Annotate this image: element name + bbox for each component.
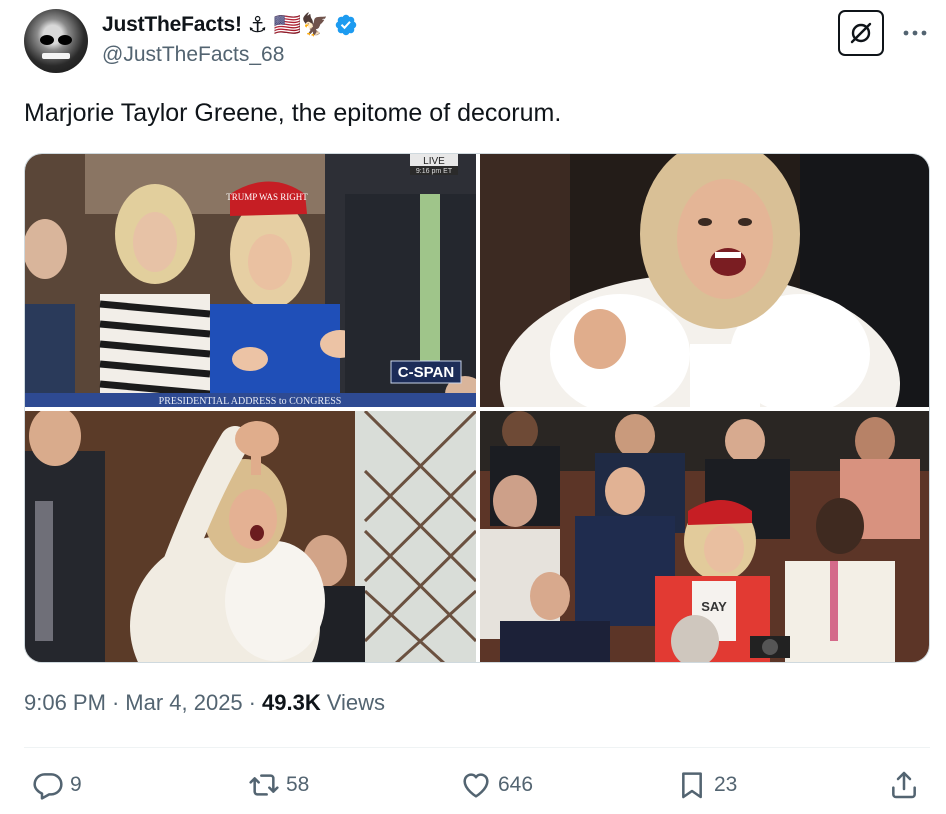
reply-count: 9 bbox=[70, 773, 82, 796]
network-logo: C-SPAN bbox=[398, 364, 454, 381]
tweet-date[interactable]: Mar 4, 2025 bbox=[125, 690, 242, 716]
meta-separator: · bbox=[111, 690, 120, 715]
share-icon bbox=[892, 771, 916, 799]
lower-third: PRESIDENTIAL ADDRESS to CONGRESS bbox=[159, 396, 342, 407]
more-icon bbox=[903, 30, 927, 36]
action-bar: 9 58 646 23 bbox=[24, 764, 930, 806]
bookmark-icon bbox=[682, 772, 702, 799]
live-label: LIVE bbox=[423, 156, 445, 167]
share-button[interactable] bbox=[888, 764, 920, 806]
author-handle[interactable]: @JustTheFacts_68 bbox=[102, 43, 284, 67]
media-photo-2[interactable] bbox=[480, 154, 929, 407]
reply-button[interactable]: 9 bbox=[32, 764, 82, 806]
author-name-row: JustTheFacts! ⚓ 🇺🇸🦅 bbox=[102, 10, 358, 40]
author-emojis: ⚓ 🇺🇸🦅 bbox=[247, 12, 329, 37]
views-count: 49.3K bbox=[262, 690, 321, 715]
repost-icon bbox=[249, 774, 279, 796]
avatar-eye bbox=[58, 35, 72, 45]
more-button[interactable] bbox=[900, 18, 930, 48]
media-grid: TRUMP WAS RIGHT LIVE 9:16 pm ET C-SPAN P… bbox=[24, 153, 930, 663]
avatar-eye bbox=[40, 35, 54, 45]
reply-icon bbox=[33, 773, 63, 800]
divider bbox=[24, 747, 930, 748]
bookmark-button[interactable]: 23 bbox=[676, 764, 737, 806]
verified-badge-icon[interactable] bbox=[334, 13, 358, 37]
media-photo-3[interactable] bbox=[25, 411, 476, 662]
bookmark-count: 23 bbox=[714, 773, 738, 796]
media-photo-1[interactable]: TRUMP WAS RIGHT LIVE 9:16 pm ET C-SPAN P… bbox=[25, 154, 476, 407]
grok-button[interactable] bbox=[838, 10, 884, 56]
meta-separator: · bbox=[248, 690, 256, 715]
grok-icon bbox=[850, 22, 872, 44]
repost-count: 58 bbox=[286, 773, 310, 796]
sign-text: SAY bbox=[701, 599, 727, 614]
author-display-name[interactable]: JustTheFacts! bbox=[102, 13, 242, 37]
repost-button[interactable]: 58 bbox=[248, 764, 309, 806]
heart-icon bbox=[463, 773, 489, 798]
tweet-text: Marjorie Taylor Greene, the epitome of d… bbox=[24, 99, 562, 127]
time-label: 9:16 pm ET bbox=[416, 168, 453, 175]
media-photo-4[interactable]: SAY bbox=[480, 411, 929, 662]
views-label: Views bbox=[326, 690, 386, 715]
tweet-meta: 9:06 PM · Mar 4, 2025 · 49.3K Views bbox=[24, 690, 385, 716]
tweet-time[interactable]: 9:06 PM bbox=[24, 690, 106, 716]
avatar[interactable] bbox=[24, 9, 88, 73]
hat-text: TRUMP WAS RIGHT bbox=[226, 192, 308, 202]
avatar-mouth bbox=[42, 53, 70, 59]
like-count: 646 bbox=[498, 773, 534, 796]
like-button[interactable]: 646 bbox=[460, 764, 533, 806]
